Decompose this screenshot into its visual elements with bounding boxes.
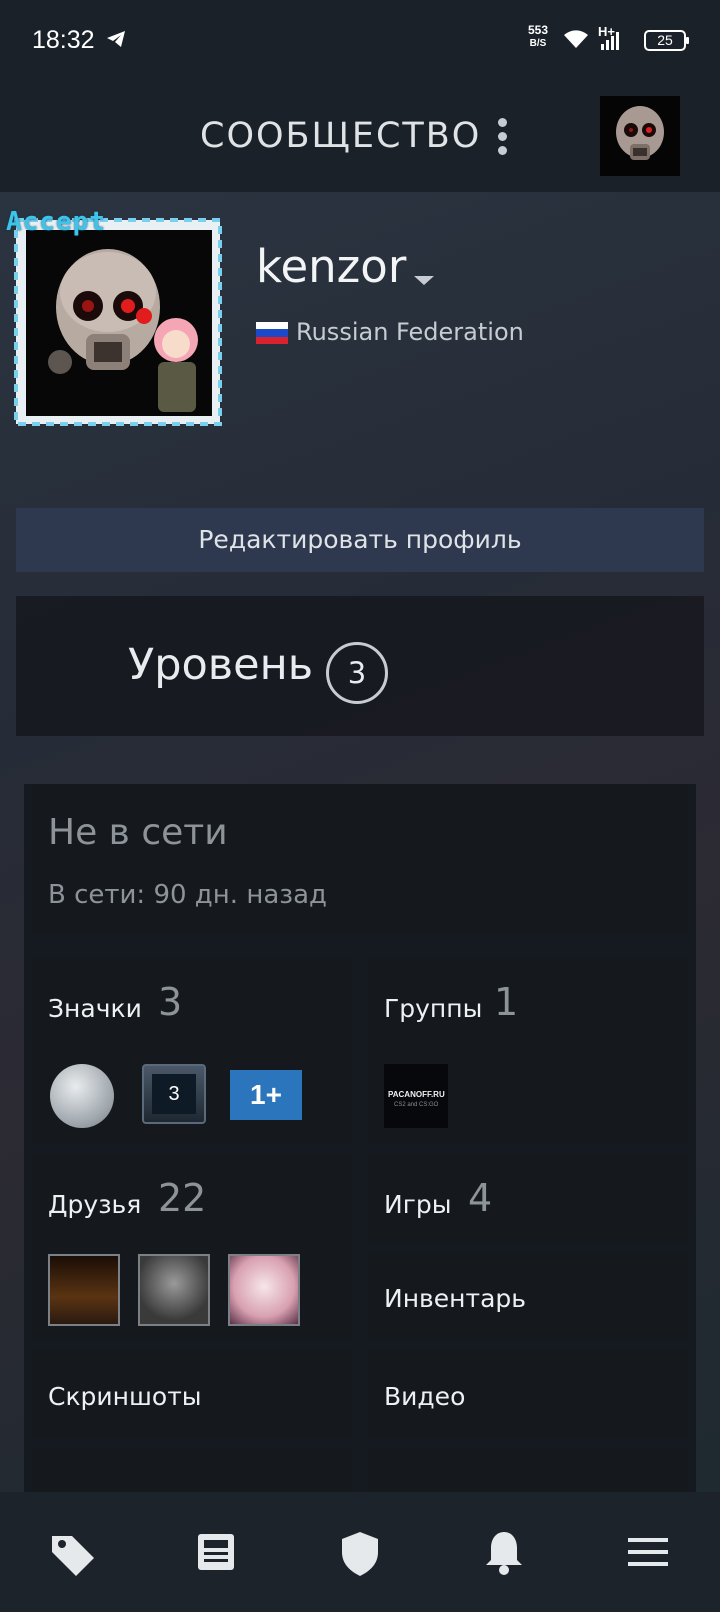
chevron-down-icon[interactable] [414, 276, 434, 285]
signal-icon [601, 32, 619, 50]
groups-tile[interactable]: Группы 1 PACANOFF.RU CS2 and CS:GO [368, 958, 688, 1144]
friend-avatar[interactable] [138, 1254, 210, 1326]
videos-label: Видео [384, 1382, 466, 1411]
friends-tile[interactable]: Друзья 22 [32, 1154, 352, 1340]
screenshots-label: Скриншоты [48, 1382, 202, 1411]
videos-tile[interactable]: Видео [368, 1350, 688, 1438]
friends-label: Друзья [48, 1190, 142, 1219]
news-icon[interactable] [186, 1522, 246, 1582]
partial-tile[interactable] [32, 1448, 352, 1492]
badges-tile[interactable]: Значки 3 3 1+ [32, 958, 352, 1144]
wifi-icon [564, 30, 588, 48]
groups-label: Группы [384, 994, 483, 1023]
group-avatar[interactable]: PACANOFF.RU CS2 and CS:GO [384, 1064, 448, 1128]
badge-years-icon[interactable]: 1+ [230, 1070, 302, 1120]
shield-icon[interactable] [330, 1522, 390, 1582]
games-label: Игры [384, 1190, 452, 1219]
telegram-icon [107, 31, 125, 47]
level-badge: 3 [326, 642, 388, 704]
badges-label: Значки [48, 994, 142, 1023]
friend-avatar[interactable] [48, 1254, 120, 1326]
edit-profile-button[interactable]: Редактировать профиль [16, 508, 704, 572]
online-status-box: Не в сети В сети: 90 дн. назад [32, 784, 688, 934]
inventory-label: Инвентарь [384, 1284, 526, 1313]
bell-icon[interactable] [474, 1522, 534, 1582]
russia-flag-icon [256, 322, 288, 344]
frame-accept-text: Accept [6, 207, 106, 237]
badge-level-icon[interactable]: 3 [142, 1064, 206, 1124]
more-options-icon[interactable] [496, 118, 508, 158]
friend-avatar[interactable] [228, 1254, 300, 1326]
battery-indicator: 25 [644, 30, 689, 51]
profile-country: Russian Federation [296, 318, 524, 346]
online-status: Не в сети [48, 812, 228, 853]
page-title: СООБЩЕСТВО [200, 116, 482, 156]
status-bar: 18:32 553 B/S H+ 25 [0, 0, 720, 80]
inventory-tile[interactable]: Инвентарь [368, 1252, 688, 1340]
user-avatar-small[interactable] [600, 96, 680, 176]
app-header: СООБЩЕСТВО [0, 80, 720, 192]
games-count: 4 [468, 1176, 493, 1220]
friends-count: 22 [158, 1176, 207, 1220]
profile-username[interactable]: kenzor [256, 240, 406, 293]
level-label: Уровень [128, 640, 314, 690]
partial-tile[interactable] [368, 1448, 688, 1492]
bottom-navigation [0, 1492, 720, 1612]
network-speed: 553 B/S [528, 23, 549, 50]
menu-icon[interactable] [618, 1522, 678, 1582]
games-tile[interactable]: Игры 4 [368, 1154, 688, 1244]
last-online: В сети: 90 дн. назад [48, 880, 327, 910]
tag-icon[interactable] [42, 1522, 102, 1582]
badges-count: 3 [158, 980, 183, 1024]
level-box[interactable]: Уровень 3 [16, 596, 704, 736]
profile-avatar[interactable] [8, 212, 240, 444]
screenshots-tile[interactable]: Скриншоты [32, 1350, 352, 1438]
badge-coin-icon[interactable] [50, 1064, 114, 1128]
groups-count: 1 [494, 980, 519, 1024]
status-time: 18:32 [32, 26, 95, 54]
